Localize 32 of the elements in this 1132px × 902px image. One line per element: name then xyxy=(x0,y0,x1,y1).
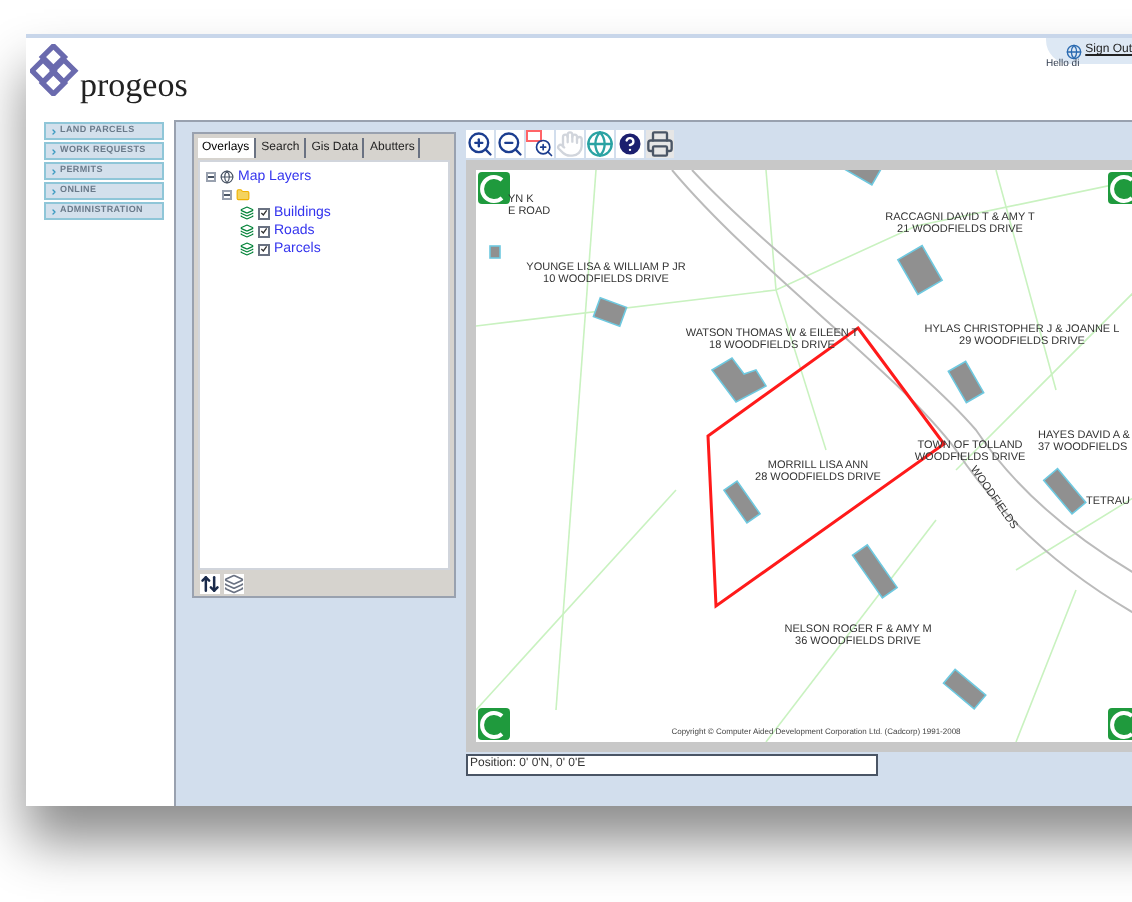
corner-logo-icon xyxy=(478,708,510,740)
zoom-out-icon[interactable] xyxy=(496,129,524,157)
globe-icon xyxy=(220,170,234,184)
layers-icon[interactable] xyxy=(224,574,244,594)
folder-icon xyxy=(236,188,250,202)
layer-icon xyxy=(240,206,254,220)
collapse-toggle-icon[interactable] xyxy=(206,172,216,182)
corner-logo-icon xyxy=(478,172,510,204)
chevron-icon xyxy=(50,147,58,155)
chevron-icon xyxy=(50,167,58,175)
globe-icon xyxy=(1065,43,1082,59)
building-shape xyxy=(710,356,768,404)
corner-logo-icon xyxy=(1108,172,1132,204)
layer-icon xyxy=(240,224,254,238)
building-shape xyxy=(489,245,501,259)
zoom-in-icon[interactable] xyxy=(466,129,494,157)
layer-checkbox[interactable] xyxy=(258,207,270,219)
chevron-icon xyxy=(50,207,58,215)
layer-icon xyxy=(240,242,254,256)
print-icon[interactable] xyxy=(646,129,674,157)
logo-icon xyxy=(30,44,82,96)
help-icon[interactable] xyxy=(616,129,644,157)
chevron-icon xyxy=(50,127,58,135)
layer-checkbox[interactable] xyxy=(258,243,270,255)
sort-icon[interactable] xyxy=(200,574,220,594)
layer-checkbox[interactable] xyxy=(258,225,270,237)
logo-text: progeos xyxy=(80,68,188,102)
building-shape xyxy=(592,296,628,328)
chevron-icon xyxy=(50,187,58,195)
zoom-box-icon[interactable] xyxy=(526,129,554,157)
collapse-toggle-icon[interactable] xyxy=(222,190,232,200)
corner-logo-icon xyxy=(1108,708,1132,740)
